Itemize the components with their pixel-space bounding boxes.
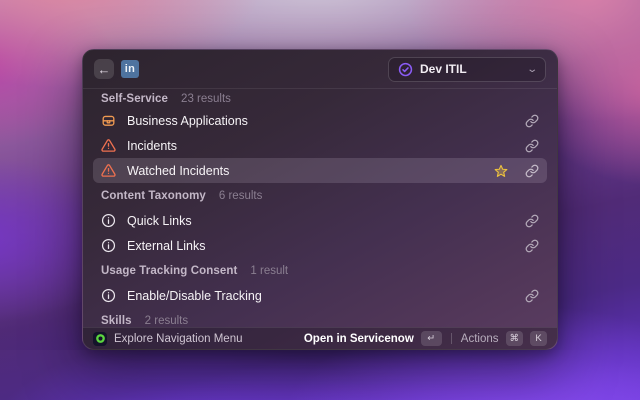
chevron-down-icon: ⌄ [525, 63, 538, 75]
section-count: 6 results [218, 189, 263, 202]
list-item-external-links[interactable]: External Links [93, 233, 547, 258]
open-in-servicenow-button[interactable]: Open in Servicenow [304, 333, 414, 345]
item-label: External Links [127, 238, 206, 253]
link-icon [525, 289, 539, 303]
warning-triangle-icon [101, 163, 116, 178]
footer-divider [450, 333, 452, 344]
link-icon [525, 114, 539, 128]
item-label: Incidents [127, 138, 178, 153]
link-icon [525, 214, 539, 228]
section-title: Skills [101, 314, 132, 327]
workspace-dropdown[interactable]: Dev ITIL ⌄ [388, 56, 546, 82]
info-icon [101, 238, 116, 253]
list-item-enable-disable-tracking[interactable]: Enable/Disable Tracking [93, 283, 547, 308]
section-header-content-taxonomy: Content Taxonomy 6 results [93, 183, 547, 208]
footer-source-label: Explore Navigation Menu [114, 332, 243, 345]
section-title: Content Taxonomy [101, 189, 206, 202]
k-key-badge: K [530, 331, 547, 346]
results-list: Self-Service 23 results Business Applica… [83, 89, 557, 333]
return-key-badge: ↵ [420, 331, 442, 346]
workspace-label: Dev ITIL [420, 62, 467, 76]
section-count: 2 results [144, 314, 189, 327]
section-count: 23 results [181, 92, 231, 105]
list-item-quick-links[interactable]: Quick Links [93, 208, 547, 233]
linkedin-app-icon: in [121, 60, 139, 78]
list-item-business-applications[interactable]: Business Applications [93, 108, 547, 133]
warning-triangle-icon [101, 138, 116, 153]
section-title: Usage Tracking Consent [101, 264, 238, 277]
palette-header: ← in Dev ITIL ⌄ [83, 50, 557, 89]
palette-footer: Explore Navigation Menu Open in Servicen… [83, 327, 557, 349]
command-palette-window: ← in Dev ITIL ⌄ Self-Service 23 results [82, 49, 558, 350]
item-label: Quick Links [127, 213, 192, 228]
list-item-incidents[interactable]: Incidents [93, 133, 547, 158]
info-icon [101, 213, 116, 228]
link-icon [525, 164, 539, 178]
briefcase-icon [101, 113, 116, 128]
back-arrow-icon: ← [97, 61, 111, 77]
link-icon [525, 139, 539, 153]
item-label: Business Applications [127, 113, 248, 128]
section-header-self-service: Self-Service 23 results [93, 89, 547, 108]
section-count: 1 result [250, 264, 289, 277]
item-label: Enable/Disable Tracking [127, 288, 262, 303]
list-item-watched-incidents[interactable]: Watched Incidents [93, 158, 547, 183]
star-icon [494, 164, 508, 178]
section-title: Self-Service [101, 92, 169, 105]
actions-button[interactable]: Actions [461, 333, 499, 345]
back-button[interactable]: ← [94, 59, 114, 79]
check-circle-icon [398, 62, 413, 77]
item-label: Watched Incidents [127, 163, 230, 178]
info-icon [101, 288, 116, 303]
servicenow-logo-icon [93, 331, 107, 346]
section-header-usage-tracking: Usage Tracking Consent 1 result [93, 258, 547, 283]
link-icon [525, 239, 539, 253]
command-key-badge: ⌘ [505, 331, 523, 346]
